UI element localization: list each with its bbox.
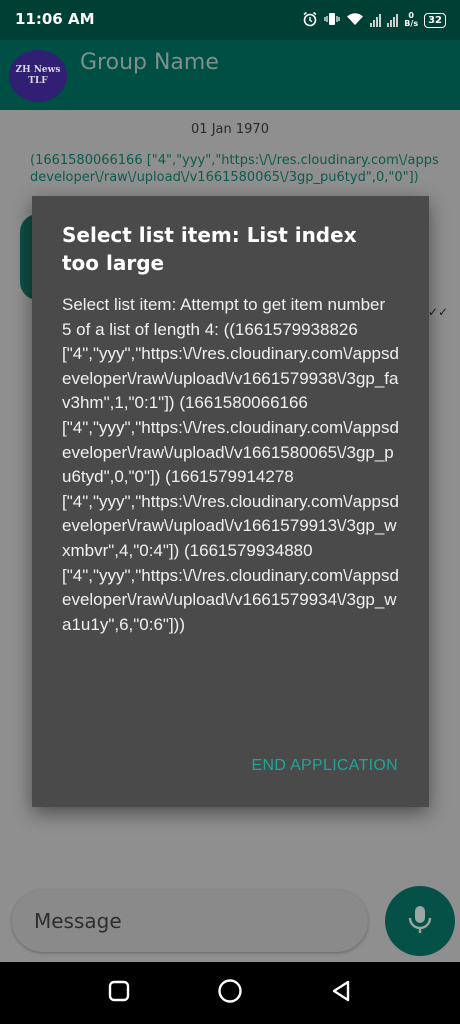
avatar-text-line1: ZH News	[15, 65, 61, 75]
signal-icon	[370, 13, 382, 27]
message-text: (1661580066166 ["4","yyy","https:\/\/res…	[30, 153, 439, 185]
recents-icon	[108, 980, 130, 1006]
home-button[interactable]	[215, 978, 245, 1008]
message-input[interactable]	[12, 890, 368, 952]
dialog-title: Select list item: List index too large	[62, 223, 357, 275]
error-dialog: Select list item: List index too large S…	[32, 196, 429, 807]
alarm-icon	[302, 11, 318, 30]
avatar-text-line2: TLF	[28, 76, 48, 86]
battery-icon: 32	[424, 12, 446, 28]
back-icon	[329, 979, 353, 1007]
mic-icon	[407, 904, 433, 938]
net-speed-unit: B/s	[404, 19, 419, 28]
back-button[interactable]	[326, 978, 356, 1008]
recents-button[interactable]	[104, 978, 134, 1008]
group-name[interactable]: Group Name	[80, 50, 219, 75]
status-bar: 11:06 AM 0 B/s 32	[0, 0, 460, 40]
app-bar: ZH News TLF Group Name	[0, 40, 460, 110]
battery-level: 32	[428, 14, 442, 26]
read-ticks: ✓✓	[428, 305, 449, 319]
status-icons: 0 B/s 32	[302, 9, 446, 31]
wifi-icon	[346, 12, 364, 29]
mic-button[interactable]	[385, 886, 455, 956]
date-separator: 01 Jan 1970	[191, 122, 269, 137]
home-icon	[217, 978, 243, 1008]
group-avatar[interactable]: ZH News TLF	[9, 50, 67, 102]
status-time: 11:06 AM	[15, 10, 95, 28]
dialog-message: Select list item: Attempt to get item nu…	[62, 295, 399, 634]
vibrate-icon	[324, 11, 340, 30]
navigation-bar	[0, 962, 460, 1024]
signal-icon-2	[387, 13, 399, 27]
net-speed: 0 B/s	[404, 12, 418, 28]
end-application-button[interactable]: END APPLICATION	[252, 757, 398, 775]
